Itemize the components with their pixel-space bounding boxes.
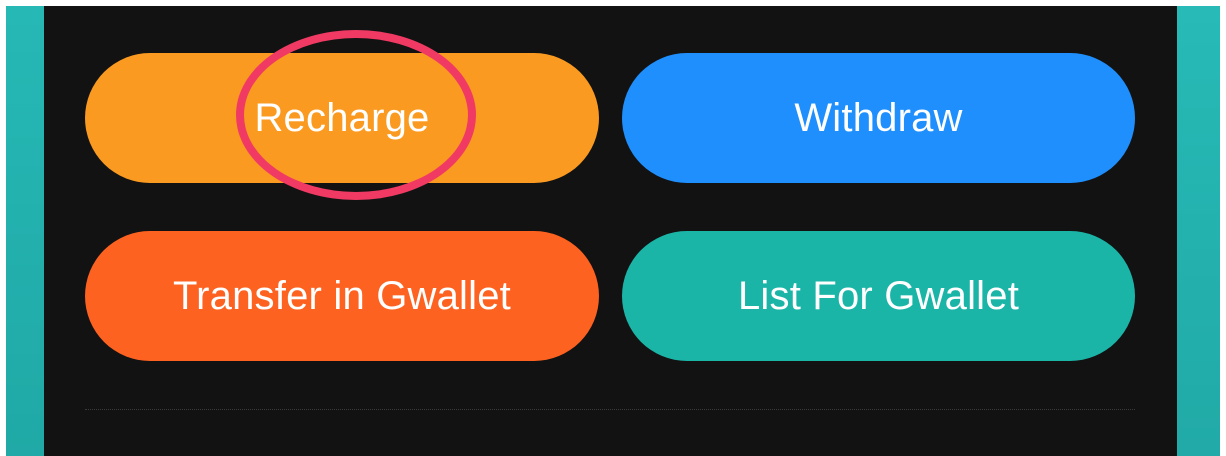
transfer-in-gwallet-button[interactable]: Transfer in Gwallet [85,231,599,361]
left-accent-bar [6,6,44,456]
section-divider [85,409,1135,410]
transfer-button-label: Transfer in Gwallet [173,273,511,318]
list-button-label: List For Gwallet [737,273,1020,318]
screenshot-frame: Recharge Withdraw Transfer in Gwallet Li… [0,0,1226,456]
recharge-button-label: Recharge [254,95,430,140]
recharge-button[interactable]: Recharge [85,53,599,183]
right-accent-bar [1177,6,1220,456]
list-for-gwallet-button[interactable]: List For Gwallet [622,231,1135,361]
withdraw-button[interactable]: Withdraw [622,53,1135,183]
withdraw-button-label: Withdraw [794,95,963,140]
